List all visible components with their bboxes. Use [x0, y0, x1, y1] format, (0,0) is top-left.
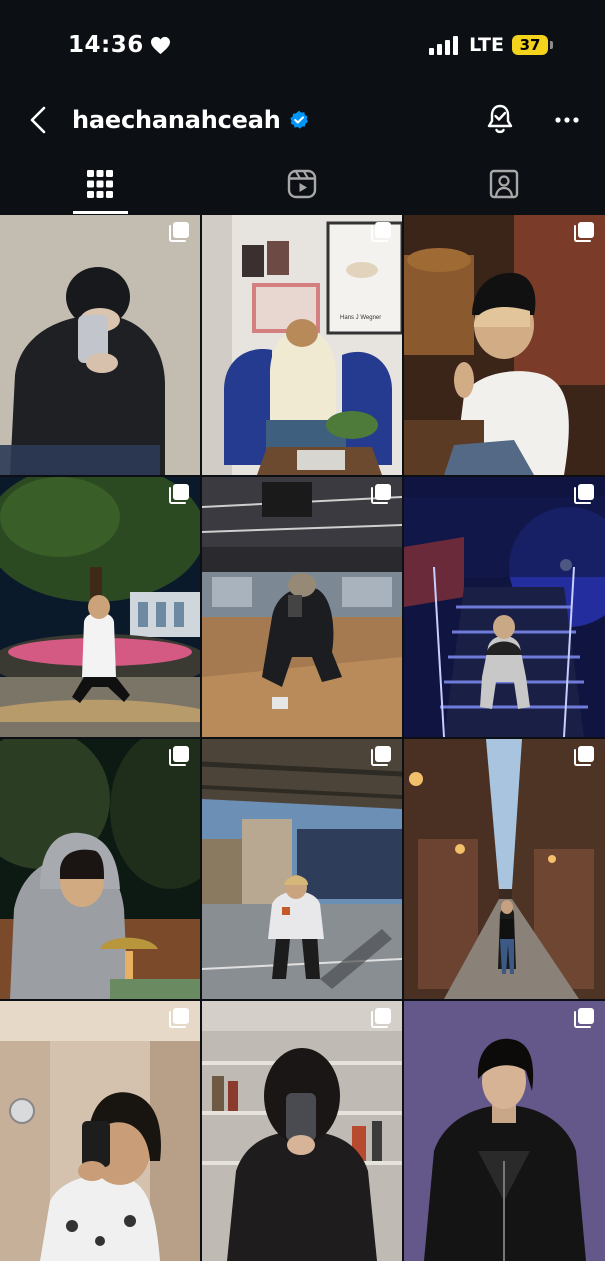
multi-image-icon [169, 222, 189, 242]
profile-header: haechanahceah [0, 95, 605, 145]
multi-image-icon [574, 746, 594, 766]
profile-username: haechanahceah [72, 106, 281, 134]
multi-image-icon [574, 1008, 594, 1028]
multi-image-icon [371, 222, 391, 242]
grid-icon [87, 170, 113, 198]
multi-image-icon [371, 1008, 391, 1028]
network-type: LTE [469, 34, 504, 56]
multi-image-icon [574, 222, 594, 242]
heart-icon [150, 36, 170, 54]
battery-icon: 37 [512, 35, 553, 55]
time-group: 14:36 [68, 30, 171, 60]
multi-image-icon [169, 746, 189, 766]
post-thumbnail[interactable] [404, 477, 605, 737]
tagged-icon [489, 169, 519, 199]
post-image [0, 739, 200, 999]
tab-posts[interactable] [0, 160, 200, 214]
tab-tagged[interactable] [404, 160, 604, 214]
reels-icon [287, 169, 317, 199]
post-image [0, 477, 200, 737]
posts-grid: Hans J Wegner [0, 215, 605, 1261]
post-image: Hans J Wegner [202, 215, 402, 475]
post-thumbnail[interactable] [404, 739, 605, 999]
bell-icon[interactable] [484, 103, 516, 137]
post-image [202, 739, 402, 999]
multi-image-icon [169, 1008, 189, 1028]
battery-level: 37 [512, 35, 548, 55]
profile-tabs [0, 160, 605, 215]
back-icon[interactable] [26, 105, 50, 135]
verified-icon [289, 110, 308, 129]
post-image [404, 215, 605, 475]
signal-icon [429, 36, 459, 55]
post-thumbnail[interactable] [404, 1001, 605, 1261]
battery-tip [550, 41, 553, 49]
post-thumbnail[interactable] [202, 739, 402, 999]
post-thumbnail[interactable] [202, 477, 402, 737]
post-thumbnail[interactable]: Hans J Wegner [202, 215, 402, 475]
active-tab-indicator [73, 211, 128, 214]
tab-reels[interactable] [202, 160, 402, 214]
post-thumbnail[interactable] [404, 215, 605, 475]
post-image [202, 477, 402, 737]
post-image [404, 1001, 605, 1261]
multi-image-icon [371, 746, 391, 766]
post-image [404, 477, 605, 737]
more-icon[interactable] [552, 109, 582, 131]
post-image [0, 1001, 200, 1261]
post-image [0, 215, 200, 475]
multi-image-icon [371, 484, 391, 504]
poster-text: Hans J Wegner [340, 315, 381, 321]
multi-image-icon [574, 484, 594, 504]
post-image [202, 1001, 402, 1261]
post-thumbnail[interactable] [0, 215, 200, 475]
status-bar: 14:36 LTE 37 [0, 0, 605, 90]
post-thumbnail[interactable] [0, 739, 200, 999]
status-right: LTE 37 [429, 32, 553, 58]
status-time: 14:36 [68, 32, 144, 58]
post-thumbnail[interactable] [0, 477, 200, 737]
post-thumbnail[interactable] [202, 1001, 402, 1261]
post-thumbnail[interactable] [0, 1001, 200, 1261]
post-image [404, 739, 605, 999]
username-group: haechanahceah [72, 103, 309, 137]
multi-image-icon [169, 484, 189, 504]
